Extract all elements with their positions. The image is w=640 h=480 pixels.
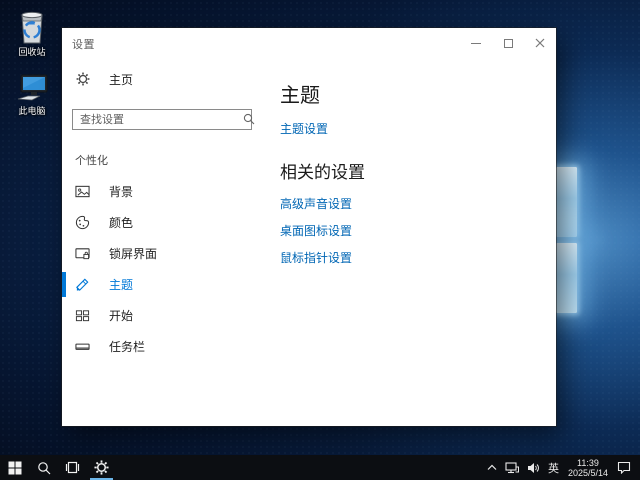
system-tray: 英 11:39 2025/5/14 [483,455,640,480]
sidebar-item-taskbar[interactable]: 任务栏 [62,331,272,362]
recycle-bin-icon [14,7,50,45]
sidebar-nav: 背景 颜色 [62,176,272,362]
themes-icon [75,277,90,292]
sidebar-item-lock-screen[interactable]: 锁屏界面 [62,238,272,269]
sidebar-item-label: 任务栏 [109,338,145,355]
desktop-icon-recycle-bin[interactable]: 回收站 [3,7,61,58]
windows-hero-logo [556,167,577,313]
volume-tray-button[interactable] [523,455,544,480]
volume-icon [527,462,540,474]
sidebar-item-label: 开始 [109,307,133,324]
sidebar-item-label: 主题 [109,276,133,293]
task-view-icon [65,461,80,474]
taskbar: 英 11:39 2025/5/14 [0,455,640,480]
hero-logo-pane-bottom [556,243,577,313]
taskbar-icon [75,339,90,354]
sidebar-item-themes[interactable]: 主题 [62,269,272,300]
this-pc-icon [14,72,50,104]
sidebar-item-label: 背景 [109,183,133,200]
search-icon [37,461,51,475]
this-pc-label: 此电脑 [3,106,61,117]
network-icon [505,462,519,474]
window-titlebar[interactable]: 设置 [62,28,556,58]
taskbar-clock[interactable]: 11:39 2025/5/14 [563,458,613,478]
language-indicator[interactable]: 英 [544,455,563,480]
close-icon [535,38,545,48]
notification-icon [617,461,631,474]
desktop-icon-settings-link[interactable]: 桌面图标设置 [280,224,546,238]
close-button[interactable] [524,28,556,58]
maximize-icon [504,39,513,48]
taskbar-settings-button[interactable] [87,455,116,480]
minimize-button[interactable] [460,28,492,58]
sidebar-section-personalization: 个性化 [75,152,272,168]
sidebar-item-background[interactable]: 背景 [62,176,272,207]
maximize-button[interactable] [492,28,524,58]
settings-content: 主题 主题设置 相关的设置 高级声音设置 桌面图标设置 鼠标指针设置 [280,58,546,426]
clock-date: 2025/5/14 [568,468,608,478]
desktop-icon-this-pc[interactable]: 此电脑 [3,72,61,117]
settings-sidebar: 主页 个性化 背景 [62,58,272,426]
settings-search [72,109,262,130]
home-gear-icon [75,72,90,87]
windows-logo-icon [8,461,22,475]
hero-logo-pane-top [556,167,577,237]
start-icon [75,308,90,323]
clock-time: 11:39 [568,458,608,468]
sidebar-item-start[interactable]: 开始 [62,300,272,331]
taskbar-left [0,455,116,480]
related-settings-title: 相关的设置 [280,162,546,184]
sidebar-item-home[interactable]: 主页 [62,65,272,93]
show-hidden-icons-button[interactable] [483,455,501,480]
search-icon[interactable] [243,113,255,125]
window-title: 设置 [72,36,95,52]
task-view-button[interactable] [58,455,87,480]
taskbar-search-button[interactable] [29,455,58,480]
advanced-sound-settings-link[interactable]: 高级声音设置 [280,197,546,211]
search-input[interactable] [72,109,252,130]
sidebar-item-label: 锁屏界面 [109,245,157,262]
sidebar-item-label: 颜色 [109,214,133,231]
minimize-icon [471,43,481,44]
action-center-button[interactable] [613,455,635,480]
gear-icon [94,460,109,475]
network-tray-button[interactable] [501,455,523,480]
page-title: 主题 [280,82,546,110]
sidebar-item-colors[interactable]: 颜色 [62,207,272,238]
start-button[interactable] [0,455,29,480]
sidebar-home-label: 主页 [109,71,133,88]
theme-settings-link[interactable]: 主题设置 [280,122,546,136]
colors-icon [75,215,90,230]
recycle-bin-label: 回收站 [3,47,61,58]
background-icon [75,184,90,199]
mouse-pointer-settings-link[interactable]: 鼠标指针设置 [280,251,546,265]
chevron-up-icon [487,464,497,471]
lock-screen-icon [75,246,90,261]
settings-window: 设置 [62,28,556,426]
